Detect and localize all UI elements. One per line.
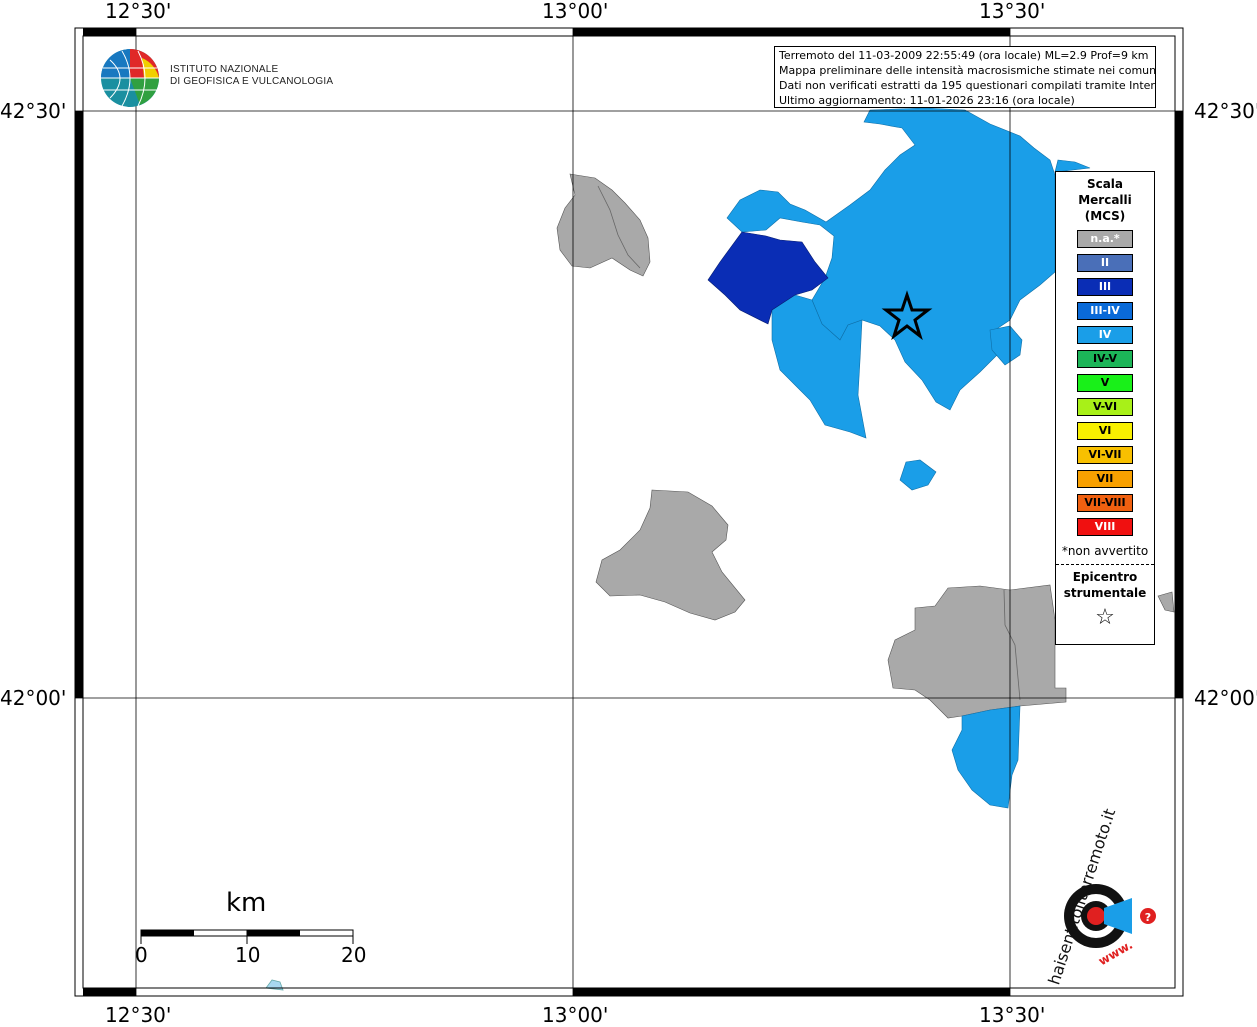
event-info-box: Terremoto del 11-03-2009 22:55:49 (ora l… [774, 46, 1156, 108]
area-gray-edge [1157, 591, 1175, 613]
scalebar-tick-0: 0 [135, 943, 148, 967]
legend-title-line2: Mercalli [1078, 193, 1132, 207]
area-intensity-IV-small [899, 459, 937, 491]
lon-label-bottom-1: 12°30' [105, 1003, 172, 1027]
legend-title-line3: (MCS) [1084, 209, 1126, 223]
scalebar-tick-10: 10 [235, 943, 261, 967]
municipality-areas [265, 107, 1175, 991]
legend-item-viii: VIII [1077, 518, 1133, 536]
lon-label-top-2: 13°00' [542, 0, 609, 23]
legend-item-vii-viii: VII-VIII [1077, 494, 1133, 512]
event-info-line2: Mappa preliminare delle intensità macros… [779, 64, 1156, 77]
area-intensity-IV-east-lake [989, 325, 1023, 366]
ingv-logo-line1: ISTITUTO NAZIONALE [170, 64, 279, 75]
lat-label-right-1: 42°30' [1194, 99, 1257, 123]
event-info-line1: Terremoto del 11-03-2009 22:55:49 (ora l… [779, 49, 1149, 62]
legend-item-vii: VII [1077, 470, 1133, 488]
legend-item-iv: IV [1077, 326, 1133, 344]
legend-epicenter-line2: strumentale [1063, 586, 1147, 600]
legend-items: n.a.* II III III-IV IV IV-V V V-VI VI VI-VII VII VI… [1056, 230, 1154, 536]
legend-item-iii: III [1077, 278, 1133, 296]
lat-label-right-2: 42°00' [1194, 686, 1257, 710]
ingv-logo: ISTITUTO NAZIONALE DI GEOFISICA E VULCAN… [100, 48, 334, 108]
hsit-logo-www: www. [1095, 937, 1136, 969]
scale-bar [140, 929, 354, 944]
legend-item-v: V [1077, 374, 1133, 392]
lat-label-left-2: 42°00' [0, 686, 67, 710]
ingv-logo-line2: DI GEOFISICA E VULCANOLOGIA [170, 76, 334, 87]
event-info-line4: Ultimo aggiornamento: 11-01-2026 23:16 (… [779, 94, 1075, 107]
legend-epicenter-line1: Epicentro [1072, 570, 1138, 584]
legend-star-icon: ☆ [1095, 605, 1115, 630]
legend-item-iv-v: IV-V [1077, 350, 1133, 368]
lon-label-top-3: 13°30' [979, 0, 1046, 23]
scalebar-tick-20: 20 [341, 943, 367, 967]
ingv-globe-icon [101, 49, 159, 107]
mcs-legend: Scala Mercalli (MCS) n.a.* II III III-IV IV I… [1055, 171, 1155, 645]
legend-item-vi: VI [1077, 422, 1133, 440]
legend-note: *non avvertito [1061, 544, 1149, 558]
legend-item-n-a-: n.a.* [1077, 230, 1133, 248]
event-info-line3: Dati non verificati estratti da 195 ques… [779, 79, 1156, 92]
legend-item-v-vi: V-VI [1077, 398, 1133, 416]
legend-item-iii-iv: III-IV [1077, 302, 1133, 320]
area-gray-center [595, 489, 746, 621]
legend-epicenter-label: Epicentro strumentale [1056, 569, 1154, 601]
lon-label-top-1: 12°30' [105, 0, 172, 23]
hsit-logo-text: haisentitoilterremoto.it www. [1035, 806, 1160, 987]
lat-label-left-1: 42°30' [0, 99, 67, 123]
legend-item-vi-vii: VI-VII [1077, 446, 1133, 464]
legend-item-ii: II [1077, 254, 1133, 272]
area-gray-north [556, 173, 651, 277]
lon-label-bottom-3: 13°30' [979, 1003, 1046, 1027]
scalebar-title: km [226, 888, 267, 918]
legend-title-line1: Scala [1086, 177, 1124, 191]
lon-label-bottom-2: 13°00' [542, 1003, 609, 1027]
legend-title: Scala Mercalli (MCS) [1056, 176, 1154, 224]
legend-separator [1056, 564, 1154, 565]
